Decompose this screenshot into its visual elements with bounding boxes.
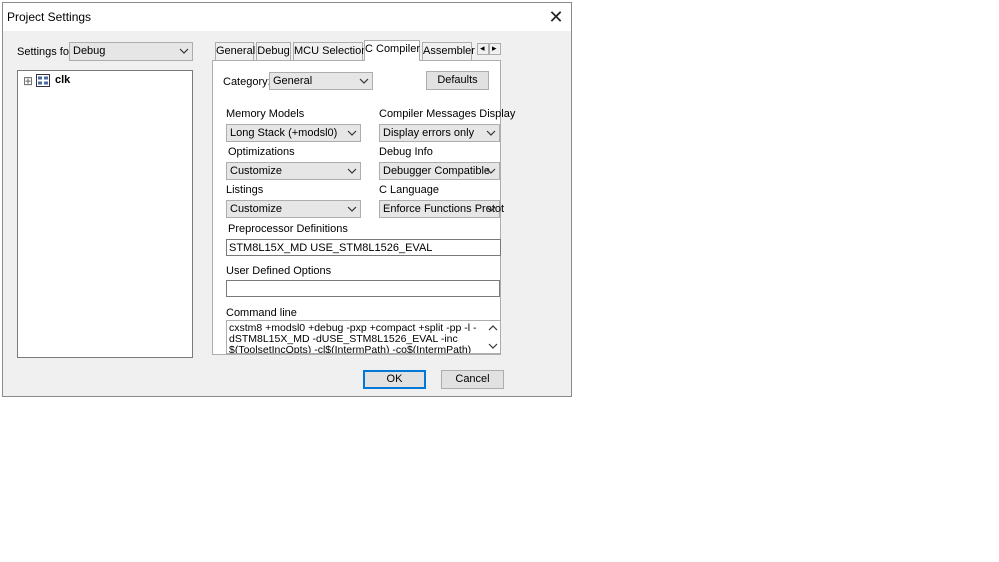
tab-mcu-selection[interactable]: MCU Selection (293, 42, 367, 60)
chevron-right-icon: ▸ (492, 43, 497, 53)
chevron-down-icon (486, 130, 496, 136)
tab-scroll-right-button[interactable]: ▸ (489, 43, 501, 55)
tab-c-compiler[interactable]: C Compiler (364, 40, 420, 61)
tab-debug[interactable]: Debug (256, 42, 291, 60)
title-bar[interactable]: Project Settings ✕ (3, 3, 571, 31)
tab-general[interactable]: General (215, 42, 255, 60)
category-label: Category: (223, 76, 271, 88)
settings-for-value: Debug (73, 45, 106, 57)
chevron-down-icon (359, 78, 369, 84)
compiler-messages-label: Compiler Messages Display (379, 108, 516, 120)
category-value: General (273, 75, 313, 87)
dialog-title: Project Settings (7, 10, 92, 24)
memory-models-label: Memory Models (226, 108, 305, 120)
ok-button[interactable]: OK (363, 370, 426, 389)
listings-select[interactable]: Customize (226, 200, 361, 218)
chevron-down-icon (486, 168, 496, 174)
debug-info-select[interactable]: Debugger Compatible (379, 162, 500, 180)
tab-scroll-left-button[interactable]: ◂ (477, 43, 489, 55)
chevron-down-icon (486, 206, 496, 212)
chevron-down-icon (179, 48, 189, 54)
c-language-select[interactable]: Enforce Functions Protot (379, 200, 504, 218)
scroll-up-icon[interactable] (487, 322, 499, 334)
chevron-down-icon (347, 206, 357, 212)
optimizations-value: Customize (230, 165, 282, 177)
preprocessor-value: STM8L15X_MD USE_STM8L1526_EVAL (229, 242, 433, 254)
memory-models-value: Long Stack (+modsl0) (230, 127, 338, 139)
debug-info-label: Debug Info (379, 146, 433, 158)
preprocessor-label: Preprocessor Definitions (228, 223, 348, 235)
settings-for-label: Settings for: (17, 46, 76, 58)
optimizations-select[interactable]: Customize (226, 162, 361, 180)
scroll-down-icon[interactable] (487, 340, 499, 352)
defaults-button[interactable]: Defaults (426, 71, 489, 90)
command-line-row: $(ToolsetIncOpts) -cl$(IntermPath) -co$(… (229, 344, 472, 354)
chevron-left-icon: ◂ (480, 43, 485, 53)
settings-for-select[interactable]: Debug (69, 42, 193, 61)
close-icon[interactable]: ✕ (545, 6, 567, 28)
memory-models-select[interactable]: Long Stack (+modsl0) (226, 124, 361, 142)
command-line-textarea[interactable]: cxstm8 +modsl0 +debug -pxp +compact +spl… (226, 320, 501, 354)
chevron-down-icon (347, 168, 357, 174)
compiler-messages-select[interactable]: Display errors only (379, 124, 500, 142)
command-line-label: Command line (226, 307, 297, 319)
expand-icon[interactable]: ⊞ (23, 74, 33, 88)
project-icon (36, 74, 50, 87)
project-tree[interactable]: ⊞ clk (17, 70, 193, 358)
debug-info-value: Debugger Compatible (383, 165, 491, 177)
category-select[interactable]: General (269, 72, 373, 90)
c-compiler-panel: Category: General Defaults Memory Models… (212, 60, 515, 355)
user-options-label: User Defined Options (226, 265, 332, 277)
optimizations-label: Optimizations (228, 146, 295, 158)
tree-item-clk[interactable]: clk (55, 74, 70, 86)
user-options-input[interactable] (226, 280, 500, 297)
c-language-label: C Language (379, 184, 439, 196)
chevron-down-icon (347, 130, 357, 136)
compiler-messages-value: Display errors only (383, 127, 475, 139)
preprocessor-input[interactable]: STM8L15X_MD USE_STM8L1526_EVAL (226, 239, 501, 256)
command-line-text: cxstm8 +modsl0 +debug -pxp +compact +spl… (229, 323, 484, 354)
tab-assembler[interactable]: Assembler (422, 42, 475, 60)
cancel-button[interactable]: Cancel (441, 370, 504, 389)
listings-label: Listings (226, 184, 264, 196)
project-settings-dialog: Project Settings ✕ Settings for: Debug ⊞… (2, 2, 572, 397)
listings-value: Customize (230, 203, 282, 215)
